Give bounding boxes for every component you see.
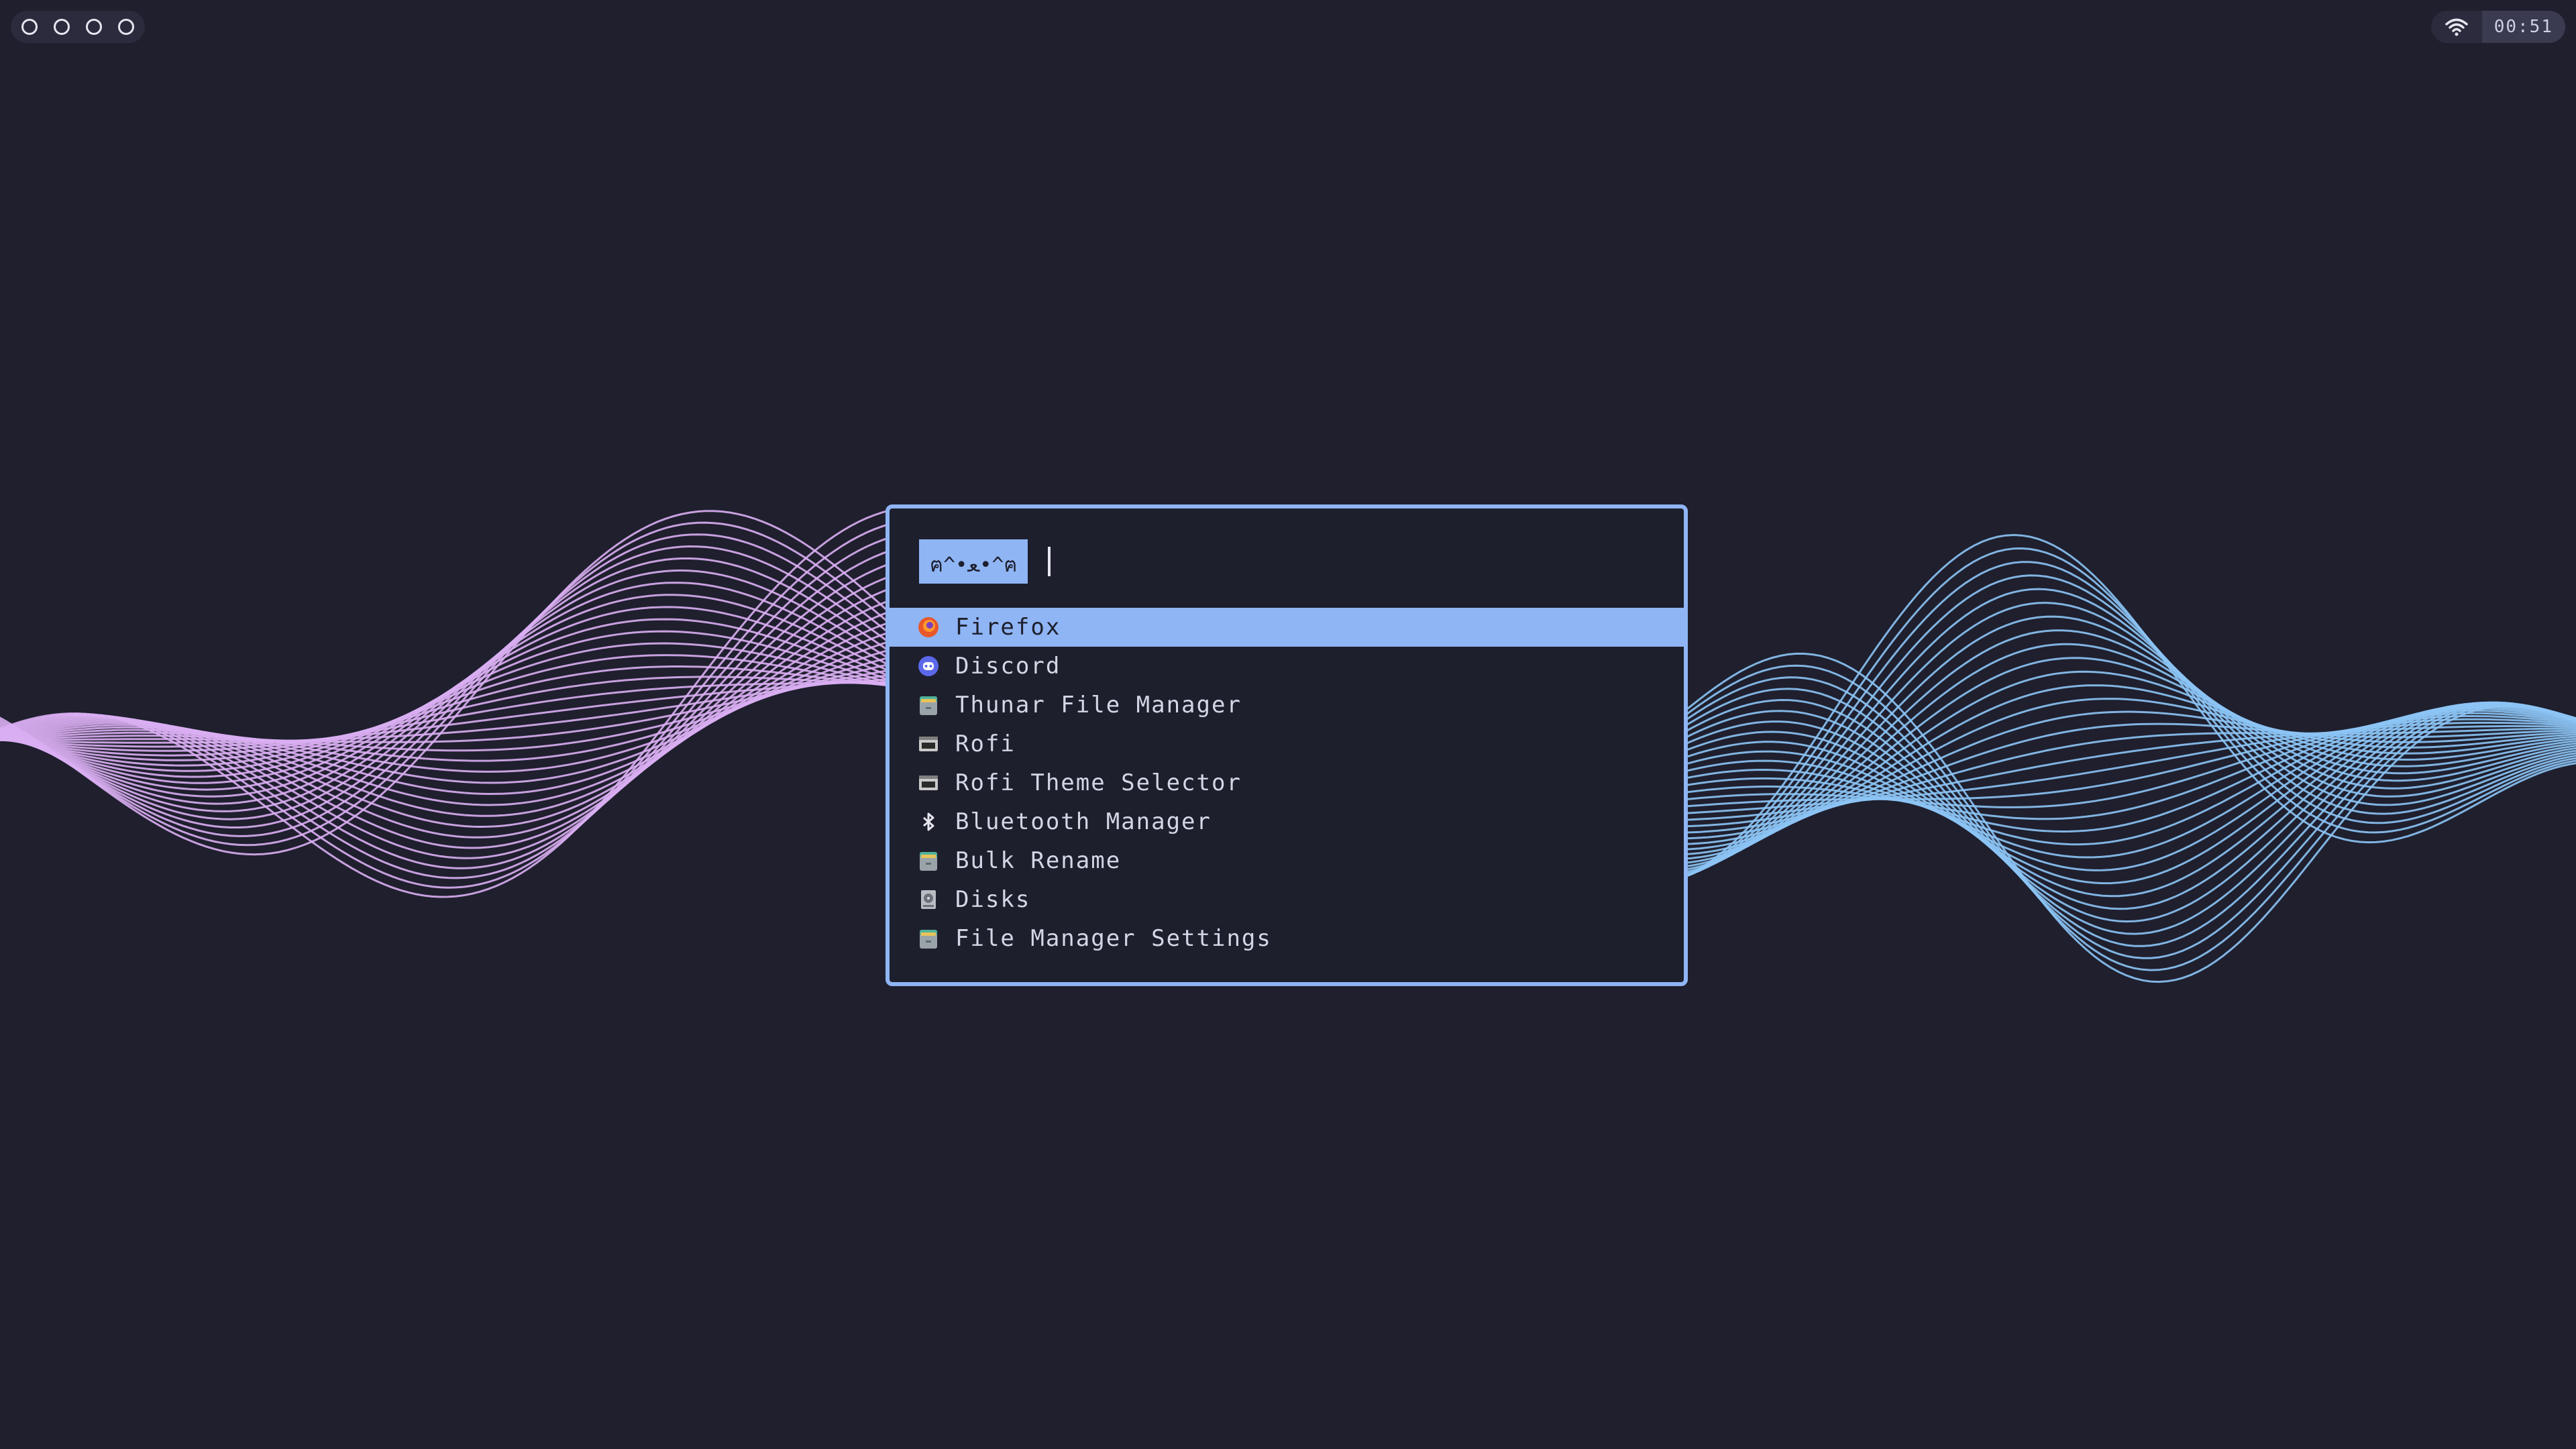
list-item-firefox[interactable]: Firefox: [890, 608, 1684, 647]
prompt-label: ฅ^•ﻌ•^ฅ: [919, 539, 1028, 584]
disk-icon: [916, 888, 941, 912]
bluetooth-icon: [916, 810, 941, 834]
app-list: Firefox Discord Thunar File Manager Rofi…: [890, 608, 1684, 958]
rofi-icon: [916, 732, 941, 756]
clock[interactable]: 00:51: [2481, 11, 2565, 43]
file-cabinet-icon: [916, 926, 941, 951]
rofi-icon: [916, 771, 941, 795]
list-item-label: Bulk Rename: [955, 847, 1122, 874]
list-item-label: Bluetooth Manager: [955, 808, 1212, 835]
list-item-bluetooth-manager[interactable]: Bluetooth Manager: [890, 802, 1684, 841]
input-bar: ฅ^•ﻌ•^ฅ: [919, 539, 1454, 584]
firefox-icon: [916, 615, 941, 639]
list-item-thunar[interactable]: Thunar File Manager: [890, 686, 1684, 724]
list-item-label: Disks: [955, 886, 1031, 913]
list-item-bulk-rename[interactable]: Bulk Rename: [890, 841, 1684, 880]
list-item-discord[interactable]: Discord: [890, 647, 1684, 686]
wifi-icon[interactable]: [2431, 11, 2482, 43]
list-item-label: Discord: [955, 653, 1061, 680]
workspace-4-circle-icon[interactable]: [118, 19, 134, 35]
workspace-1-circle-icon[interactable]: [21, 19, 38, 35]
list-item-file-manager-settings[interactable]: File Manager Settings: [890, 919, 1684, 958]
list-item-label: Firefox: [955, 614, 1061, 641]
file-cabinet-icon: [916, 693, 941, 717]
list-item-label: Rofi Theme Selector: [955, 769, 1242, 796]
workspace-3-circle-icon[interactable]: [86, 19, 102, 35]
list-item-label: File Manager Settings: [955, 925, 1272, 952]
discord-icon: [916, 654, 941, 678]
rofi-launcher: ฅ^•ﻌ•^ฅ Firefox Discord Thunar File Mana…: [885, 504, 1688, 986]
list-item-label: Thunar File Manager: [955, 692, 1242, 718]
list-item-disks[interactable]: Disks: [890, 880, 1684, 919]
list-item-label: Rofi: [955, 731, 1016, 757]
workspace-2-circle-icon[interactable]: [54, 19, 70, 35]
system-tray: 00:51: [2430, 11, 2565, 43]
list-item-rofi-theme-selector[interactable]: Rofi Theme Selector: [890, 763, 1684, 802]
file-cabinet-icon: [916, 849, 941, 873]
list-item-rofi[interactable]: Rofi: [890, 724, 1684, 763]
search-input[interactable]: [1048, 547, 1454, 576]
workspace-switcher: [11, 11, 145, 43]
